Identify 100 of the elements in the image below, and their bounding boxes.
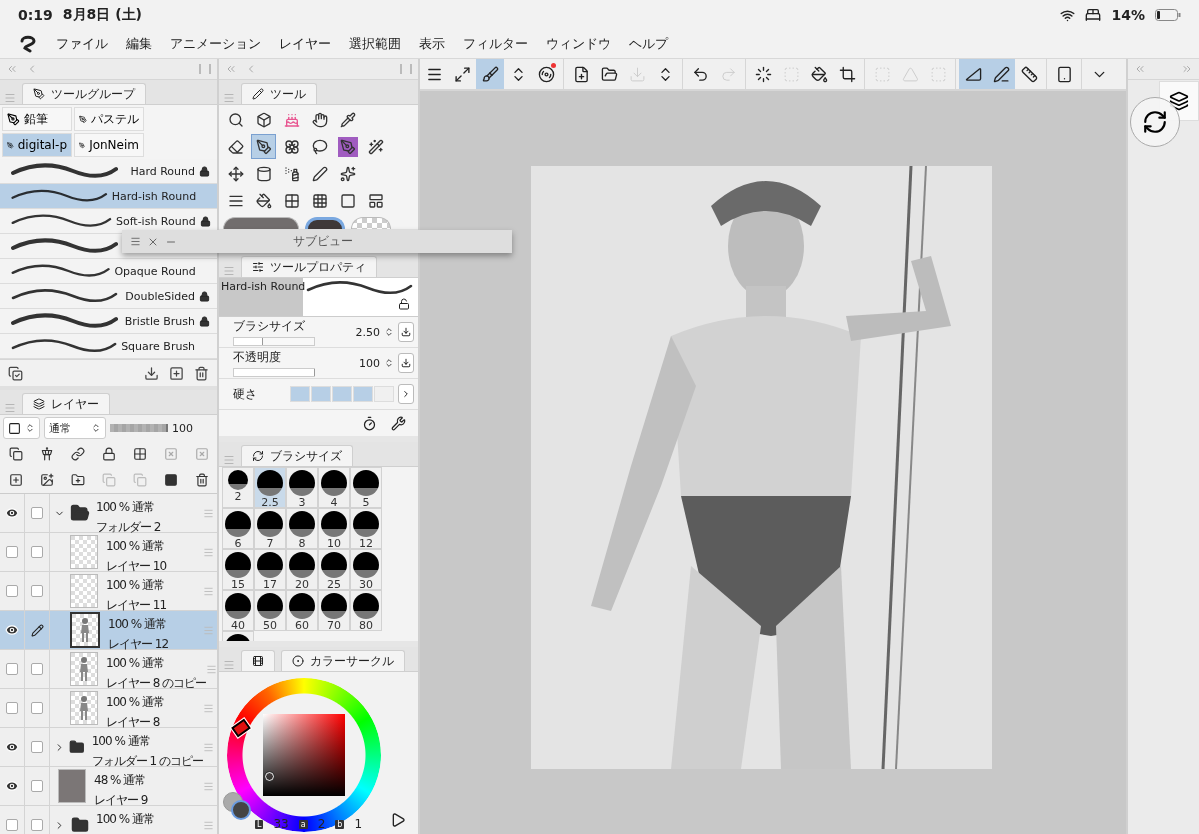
layer-row[interactable]: 100 % 通常 フォルダー 2 bbox=[0, 494, 217, 533]
group-tab[interactable]: digital-p bbox=[2, 133, 72, 157]
size-cell[interactable]: 40 bbox=[222, 590, 254, 631]
color-select[interactable] bbox=[3, 417, 40, 439]
menu-item[interactable]: ファイル bbox=[56, 35, 108, 53]
param-button[interactable] bbox=[398, 353, 414, 373]
group-tab[interactable]: JonNeim bbox=[74, 133, 144, 157]
checkbox[interactable] bbox=[31, 585, 43, 597]
size-cell[interactable]: 5 bbox=[350, 467, 382, 508]
checkbox[interactable] bbox=[31, 702, 43, 714]
checkbox[interactable] bbox=[31, 546, 43, 558]
toolbar-button[interactable] bbox=[987, 59, 1015, 89]
panel-tab[interactable]: ブラシサイズ bbox=[241, 445, 353, 466]
visibility-checkbox[interactable] bbox=[6, 585, 18, 597]
new-folder-icon[interactable] bbox=[70, 473, 85, 487]
tool-button[interactable] bbox=[335, 134, 360, 159]
param-slider[interactable] bbox=[233, 337, 315, 346]
layer-row[interactable]: 100 % 通常 レイヤー 8 のコピー bbox=[0, 650, 217, 689]
panel-tab[interactable]: ツール bbox=[241, 83, 317, 104]
trash-icon[interactable] bbox=[194, 365, 209, 381]
color-swatch[interactable] bbox=[305, 217, 345, 229]
panel-tab[interactable]: カラーサークル bbox=[281, 650, 405, 671]
tower-icon[interactable] bbox=[39, 447, 54, 461]
layer-row[interactable]: 100 % 通常 レイヤー 11 bbox=[0, 572, 217, 611]
menu-item[interactable]: レイヤー bbox=[279, 35, 331, 53]
drag-handle-icon[interactable] bbox=[206, 663, 217, 675]
drag-handle-icon[interactable] bbox=[203, 585, 214, 597]
panel-tab[interactable]: レイヤー bbox=[22, 393, 110, 414]
color-swatch[interactable] bbox=[223, 217, 299, 229]
drag-handle-icon[interactable] bbox=[203, 819, 214, 831]
menu-item[interactable]: アニメーション bbox=[170, 35, 261, 53]
mask-icon[interactable] bbox=[163, 473, 178, 487]
size-cell[interactable]: 15 bbox=[222, 549, 254, 590]
eye-icon[interactable] bbox=[5, 779, 19, 793]
size-cell[interactable]: 12 bbox=[350, 508, 382, 549]
checker-icon[interactable] bbox=[132, 447, 147, 461]
menu-item[interactable]: 編集 bbox=[126, 35, 152, 53]
tool-button[interactable] bbox=[251, 134, 276, 159]
drag-handle-icon[interactable] bbox=[203, 507, 214, 519]
group-tab[interactable]: 鉛筆 bbox=[2, 107, 72, 131]
new-layer-icon[interactable] bbox=[8, 473, 23, 487]
visibility-checkbox[interactable] bbox=[6, 546, 18, 558]
select-icon[interactable] bbox=[8, 365, 23, 381]
checkbox[interactable] bbox=[31, 507, 43, 519]
size-cell[interactable]: 20 bbox=[286, 549, 318, 590]
stepper-icon[interactable] bbox=[384, 358, 394, 368]
size-cell[interactable]: 4 bbox=[318, 467, 350, 508]
size-cell[interactable]: 2 bbox=[222, 467, 254, 508]
blend-select[interactable]: 通常 bbox=[44, 417, 106, 439]
link-icon[interactable] bbox=[70, 447, 85, 461]
eye-icon[interactable] bbox=[5, 740, 19, 754]
color-swatch[interactable] bbox=[351, 217, 391, 229]
param-button[interactable] bbox=[398, 322, 414, 342]
visibility-checkbox[interactable] bbox=[6, 702, 18, 714]
wrench-icon[interactable] bbox=[391, 415, 406, 431]
checkbox[interactable] bbox=[31, 819, 43, 831]
panel-tab[interactable] bbox=[241, 650, 275, 671]
toolbar-button[interactable] bbox=[959, 59, 987, 89]
checkbox[interactable] bbox=[31, 741, 43, 753]
drag-handle-icon[interactable] bbox=[203, 741, 214, 753]
size-cell[interactable]: 25 bbox=[318, 549, 350, 590]
size-cell[interactable]: 30 bbox=[350, 549, 382, 590]
color-square[interactable] bbox=[263, 714, 345, 796]
layer-row[interactable]: 100 % 通常 フォルダー 1 のコピー bbox=[0, 728, 217, 767]
layer-row[interactable]: 100 % 通常 レイヤー 8 bbox=[0, 689, 217, 728]
menu-item[interactable]: 表示 bbox=[419, 35, 445, 53]
rotate-button[interactable] bbox=[1130, 97, 1180, 147]
size-cell[interactable]: 60 bbox=[286, 590, 318, 631]
menu-item[interactable]: 選択範囲 bbox=[349, 35, 401, 53]
play-icon[interactable] bbox=[390, 812, 406, 828]
layer-row[interactable]: 48 % 通常 レイヤー 9 bbox=[0, 767, 217, 806]
timer-icon[interactable] bbox=[362, 415, 377, 431]
toolbar-button[interactable] bbox=[476, 59, 504, 89]
eye-icon[interactable] bbox=[5, 506, 19, 520]
app-logo[interactable] bbox=[18, 35, 38, 53]
import-icon[interactable] bbox=[144, 365, 159, 381]
size-cell[interactable]: 80 bbox=[350, 590, 382, 631]
checkbox[interactable] bbox=[31, 663, 43, 675]
panel-tab[interactable]: ツールグループ bbox=[22, 83, 146, 104]
menu-item[interactable]: フィルター bbox=[463, 35, 528, 53]
stepper-icon[interactable] bbox=[384, 327, 394, 337]
visibility-checkbox[interactable] bbox=[6, 819, 18, 831]
duplicate-icon[interactable] bbox=[169, 365, 184, 381]
panel-tab[interactable]: ツールプロパティ bbox=[241, 256, 377, 277]
drag-handle-icon[interactable] bbox=[203, 780, 214, 792]
lock-icon[interactable] bbox=[101, 447, 116, 461]
layer-row[interactable]: 100 % 通常 レイヤー 12 bbox=[0, 611, 217, 650]
clip-icon[interactable] bbox=[8, 447, 23, 461]
brush-item[interactable]: Hard-ish Round bbox=[0, 184, 217, 209]
param-slider[interactable] bbox=[233, 368, 315, 377]
eye-icon[interactable] bbox=[5, 623, 19, 637]
checkbox[interactable] bbox=[31, 780, 43, 792]
size-cell[interactable]: 7 bbox=[254, 508, 286, 549]
trash-icon[interactable] bbox=[194, 473, 209, 487]
visibility-checkbox[interactable] bbox=[6, 663, 18, 675]
drag-handle-icon[interactable] bbox=[203, 702, 214, 714]
menu-item[interactable]: ウィンドウ bbox=[546, 35, 611, 53]
size-cell[interactable]: 8 bbox=[286, 508, 318, 549]
drag-handle-icon[interactable] bbox=[203, 546, 214, 558]
new-image-icon[interactable] bbox=[39, 473, 54, 487]
